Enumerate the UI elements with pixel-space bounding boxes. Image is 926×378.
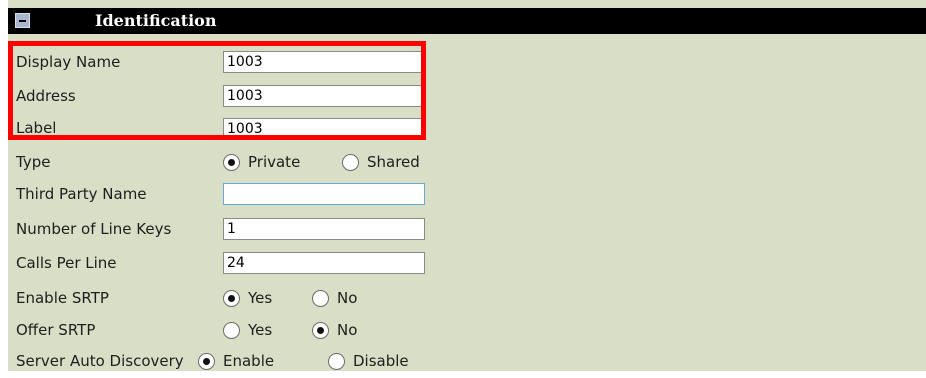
enable-srtp-yes-label: Yes [248, 289, 273, 307]
section-header: Identification [8, 8, 926, 34]
discovery-disable-radio[interactable] [328, 352, 345, 370]
discovery-enable-option[interactable]: Enable [198, 344, 274, 378]
calls-per-line-row: Calls Per Line 24 [8, 246, 508, 280]
offer-srtp-yes-radio[interactable] [223, 321, 240, 339]
highlight-box [8, 41, 426, 140]
discovery-disable-option[interactable]: Disable [328, 344, 409, 378]
server-auto-discovery-label: Server Auto Discovery [16, 352, 184, 370]
offer-srtp-no-radio[interactable] [312, 321, 329, 339]
third-party-name-field[interactable] [223, 183, 425, 205]
offer-srtp-no-label: No [337, 321, 358, 339]
offer-srtp-row: Offer SRTP Yes No [8, 313, 508, 347]
enable-srtp-yes-radio[interactable] [223, 289, 240, 307]
collapse-minus-icon[interactable] [15, 13, 30, 28]
offer-srtp-no-option[interactable]: No [312, 313, 357, 347]
line-keys-field[interactable]: 1 [223, 218, 425, 240]
type-private-radio[interactable] [223, 153, 240, 171]
line-keys-label: Number of Line Keys [16, 220, 172, 238]
server-auto-discovery-row: Server Auto Discovery Enable Disable [8, 344, 508, 378]
type-private-label: Private [248, 153, 301, 171]
enable-srtp-no-option[interactable]: No [312, 281, 357, 315]
type-shared-option[interactable]: Shared [342, 145, 420, 179]
type-private-option[interactable]: Private [223, 145, 300, 179]
discovery-enable-label: Enable [223, 352, 275, 370]
discovery-enable-radio[interactable] [198, 352, 215, 370]
calls-per-line-label: Calls Per Line [16, 254, 117, 272]
type-row: Type Private Shared [8, 145, 508, 179]
enable-srtp-no-radio[interactable] [312, 289, 329, 307]
offer-srtp-yes-option[interactable]: Yes [223, 313, 272, 347]
discovery-disable-label: Disable [353, 352, 409, 370]
calls-per-line-field[interactable]: 24 [223, 252, 425, 274]
type-shared-radio[interactable] [342, 153, 359, 171]
type-shared-label: Shared [367, 153, 420, 171]
enable-srtp-no-label: No [337, 289, 358, 307]
section-title: Identification [95, 11, 217, 30]
third-party-name-label: Third Party Name [16, 185, 147, 203]
type-label: Type [16, 153, 51, 171]
offer-srtp-label: Offer SRTP [16, 321, 96, 339]
third-party-name-row: Third Party Name [8, 177, 508, 211]
enable-srtp-yes-option[interactable]: Yes [223, 281, 272, 315]
line-keys-row: Number of Line Keys 1 [8, 212, 508, 246]
enable-srtp-row: Enable SRTP Yes No [8, 281, 508, 315]
offer-srtp-yes-label: Yes [248, 321, 273, 339]
enable-srtp-label: Enable SRTP [16, 289, 109, 307]
